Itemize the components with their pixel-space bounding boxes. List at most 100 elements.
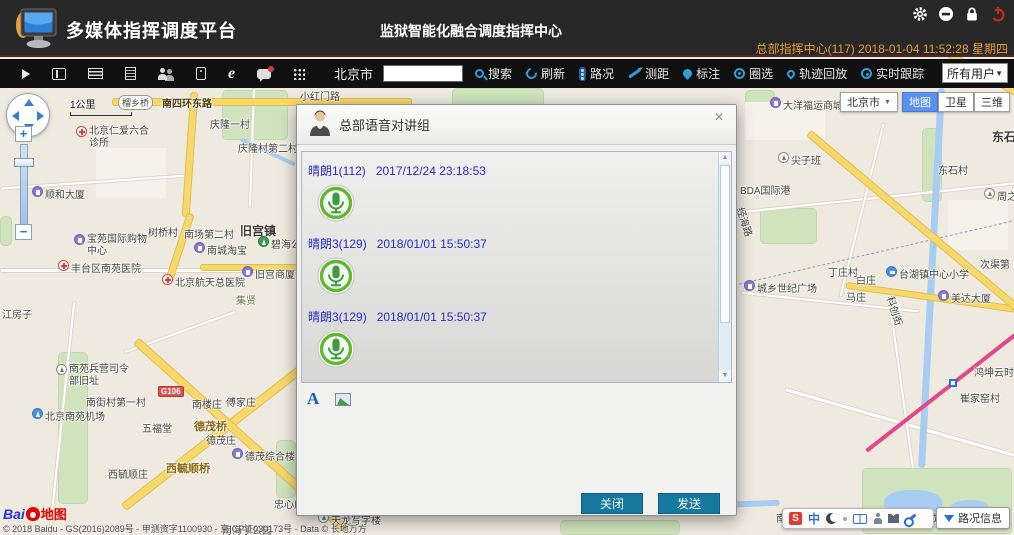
message-time: 2018/01/01 15:50:37 [377, 310, 487, 324]
map-label: 台湖镇中心小学 [886, 266, 969, 281]
map-label: 大洋福运商城 [770, 97, 843, 112]
traffic-info-button[interactable]: 路况信息 [936, 507, 1010, 529]
ime-toolbar[interactable]: S中 [782, 508, 934, 529]
scrollbar-thumb[interactable] [720, 165, 730, 323]
map-label: 马庄 [846, 289, 866, 304]
map-label: 庆隆村第二村 [238, 140, 298, 155]
person-icon[interactable] [873, 513, 882, 524]
power-icon[interactable] [990, 6, 1006, 22]
map-view-3d-button[interactable]: 三维 [974, 92, 1010, 112]
map-label: 江房子 [2, 306, 32, 321]
realtime-track-label: 实时跟踪 [876, 65, 924, 82]
panel-icon[interactable] [88, 68, 103, 79]
user-filter-dropdown[interactable]: 所有用户 ▼ [942, 63, 1008, 83]
chevron-down-icon: ▼ [884, 99, 891, 106]
message-sender: 晴朗3(129) [308, 237, 367, 251]
baidu-paw-icon [26, 507, 40, 521]
zoom-slider-track[interactable] [20, 144, 28, 226]
realtime-track-button[interactable]: 实时跟踪 [857, 63, 928, 84]
play-icon[interactable] [22, 69, 30, 79]
map-label: 南四环东路 [162, 95, 212, 110]
traffic-button[interactable]: 路况 [575, 63, 618, 84]
app-title: 多媒体指挥调度平台 [66, 17, 237, 43]
message-input[interactable] [301, 409, 732, 485]
close-icon[interactable]: × [710, 109, 728, 127]
scrollbar[interactable]: ▲ ▼ [718, 152, 731, 382]
font-icon[interactable]: A [307, 389, 319, 409]
dot-icon[interactable] [843, 517, 847, 521]
map-park [760, 208, 817, 244]
minimize-icon[interactable] [938, 6, 954, 22]
keyboard-icon[interactable] [853, 514, 867, 524]
map-label: 丁庄村 [828, 264, 858, 279]
mark-button[interactable]: 标注 [679, 63, 724, 84]
building-icon[interactable] [125, 67, 136, 80]
settings-icon[interactable] [912, 6, 928, 22]
map-label: 顺和大厦 [32, 186, 85, 201]
metro-station-icon [949, 379, 957, 387]
traffic-label: 路况 [590, 65, 614, 82]
search-input[interactable] [383, 65, 463, 82]
refresh-button[interactable]: 刷新 [522, 63, 569, 84]
skin-icon[interactable] [888, 514, 899, 523]
map-block [948, 200, 1008, 250]
map-label: 南场第二村 [184, 226, 234, 241]
window-controls [912, 6, 1006, 22]
apps-icon[interactable] [293, 68, 305, 80]
wrench-icon[interactable] [905, 513, 916, 523]
search-button[interactable]: 搜索 [471, 63, 516, 84]
building-icon [194, 242, 205, 253]
zoom-slider-handle[interactable] [14, 158, 34, 167]
map-road [889, 311, 915, 470]
zoom-out-button[interactable]: − [15, 224, 32, 240]
pan-up-icon[interactable] [24, 99, 34, 106]
scale-bar [70, 112, 132, 116]
chinese-mode-icon[interactable]: 中 [808, 510, 820, 527]
send-button[interactable]: 发送 [658, 493, 720, 514]
moon-icon[interactable] [826, 513, 837, 524]
compose-toolbar: A [307, 389, 351, 409]
map-city-selector[interactable]: 北京市 ▼ [840, 92, 898, 112]
lock-icon[interactable] [964, 6, 980, 22]
measure-icon [628, 69, 640, 79]
map-label: 丰台区南苑医院 [58, 260, 141, 275]
voice-play-button[interactable] [317, 330, 355, 371]
image-icon[interactable] [335, 393, 351, 406]
track-playback-button[interactable]: 轨迹回放 [783, 63, 851, 84]
badge-icon[interactable] [196, 67, 206, 80]
zoom-in-button[interactable]: + [15, 126, 32, 142]
map-view-satellite-button[interactable]: 卫星 [938, 92, 974, 112]
map-block [96, 148, 166, 198]
map-label: G106 [158, 386, 184, 397]
circle-select-button[interactable]: 圈选 [730, 63, 777, 84]
chat-icon[interactable] [257, 69, 271, 79]
contacts-icon[interactable] [52, 68, 66, 80]
map-label: 庆隆一村 [210, 116, 250, 131]
voice-play-button[interactable] [317, 184, 355, 225]
pan-right-icon[interactable] [37, 111, 44, 121]
map-label: 尖子班 [778, 152, 821, 167]
map-label: 傅家庄 [226, 394, 256, 409]
pan-left-icon[interactable] [12, 111, 19, 121]
people-icon[interactable] [158, 68, 174, 80]
measure-button[interactable]: 测距 [624, 63, 673, 84]
voice-play-button[interactable] [317, 257, 355, 298]
scroll-up-icon[interactable]: ▲ [719, 152, 731, 164]
building-icon [32, 186, 43, 197]
hospital-icon [162, 274, 173, 285]
sogou-s-icon[interactable]: S [789, 512, 802, 525]
map-label: 城乡世纪广场 [744, 280, 817, 295]
ie-icon[interactable]: e [228, 67, 235, 81]
map-road [182, 92, 199, 217]
refresh-icon [524, 66, 539, 81]
map-view-map-button[interactable]: 地图 [902, 92, 938, 112]
target-icon [861, 68, 872, 79]
map-scale: 1公里 [70, 96, 132, 116]
map-tool-buttons: 搜索刷新 路况测距标注圈选轨迹回放 实时跟踪 [471, 63, 928, 84]
scroll-down-icon[interactable]: ▼ [719, 370, 731, 382]
dialog-header[interactable]: 总部语音对讲组 × [297, 105, 736, 145]
map-label: 北京南苑机场 [32, 408, 105, 423]
message-header: 晴朗3(129)2018/01/01 15:50:37 [308, 308, 731, 325]
close-button[interactable]: 关闭 [581, 493, 643, 514]
message-list: 晴朗1(112)2017/12/24 23:18:53 晴朗3(129)2018… [301, 151, 732, 383]
